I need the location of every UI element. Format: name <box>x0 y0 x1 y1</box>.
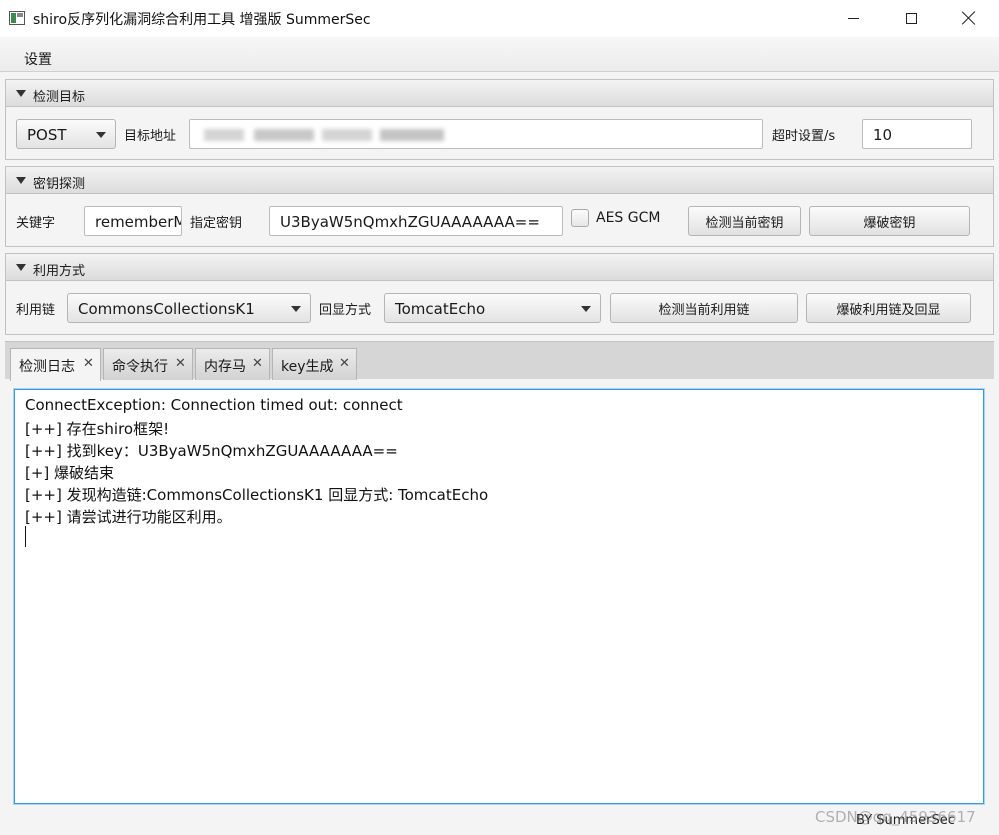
app-window-icon <box>9 11 25 25</box>
menu-bar: 设置 <box>0 37 999 72</box>
tab-close-icon[interactable]: ✕ <box>252 356 263 371</box>
key-input[interactable]: U3ByaW5nQmxhZGUAAAAAAA== <box>269 206 563 236</box>
brute-chain-button[interactable]: 爆破利用链及回显 <box>806 293 971 323</box>
window-client-area: 设置 检测目标 POST 目标地址 超时设置/s 10 密钥探测 关键字 rem… <box>0 37 999 835</box>
target-pane-header[interactable]: 检测目标 <box>5 79 994 107</box>
target-pane-title: 检测目标 <box>33 90 86 105</box>
keyword-label: 关键字 <box>16 216 56 231</box>
log-output-textarea[interactable]: ConnectException: Connection timed out: … <box>14 389 984 804</box>
echo-label: 回显方式 <box>319 303 372 318</box>
menu-settings[interactable]: 设置 <box>24 49 52 69</box>
tab-close-icon[interactable]: ✕ <box>83 356 94 371</box>
log-line: [++] 请尝试进行功能区利用。 <box>25 508 232 526</box>
key-label: 指定密钥 <box>190 216 243 231</box>
http-method-select[interactable]: POST <box>16 119 116 149</box>
log-line: [+] 爆破结束 <box>25 464 115 482</box>
minimize-icon <box>847 17 859 19</box>
aes-gcm-checkbox[interactable] <box>571 209 589 227</box>
key-pane-title: 密钥探测 <box>33 177 86 192</box>
collapse-triangle-icon <box>16 90 26 97</box>
maximize-button[interactable] <box>882 0 940 36</box>
echo-method-select[interactable]: TomcatEcho <box>384 293 601 323</box>
log-line: ConnectException: Connection timed out: … <box>25 396 403 414</box>
brute-key-button[interactable]: 爆破密钥 <box>809 206 970 236</box>
log-line: [++] 发现构造链:CommonsCollectionsK1 回显方式: To… <box>25 486 489 504</box>
tab-close-icon[interactable]: ✕ <box>175 356 186 371</box>
collapse-triangle-icon <box>16 177 26 184</box>
chain-label: 利用链 <box>16 303 56 318</box>
exploit-pane-header[interactable]: 利用方式 <box>5 253 994 281</box>
tab-label: key生成 <box>281 359 334 375</box>
timeout-value: 10 <box>873 126 893 144</box>
tab-strip: 检测日志 ✕ 命令执行 ✕ 内存马 ✕ key生成 ✕ <box>5 341 994 381</box>
collapse-triangle-icon <box>16 264 26 271</box>
log-line: [++] 存在shiro框架! <box>25 420 170 438</box>
keyword-input[interactable]: rememberMe <box>84 206 182 236</box>
window-title: shiro反序列化漏洞综合利用工具 增强版 SummerSec <box>33 12 371 28</box>
target-pane-body: POST 目标地址 超时设置/s 10 <box>5 107 994 160</box>
close-button[interactable] <box>940 0 998 36</box>
echo-method-value: TomcatEcho <box>395 300 486 318</box>
tab-label: 命令执行 <box>112 359 168 375</box>
tab-detection-log[interactable]: 检测日志 ✕ <box>10 348 101 381</box>
exploit-pane-title: 利用方式 <box>33 264 86 279</box>
csdn-watermark: CSDN@qq_45936617 <box>815 808 976 826</box>
tab-label: 检测日志 <box>19 359 75 375</box>
target-url-input[interactable] <box>189 119 763 149</box>
tab-command-exec[interactable]: 命令执行 ✕ <box>103 348 193 380</box>
tab-memory-shell[interactable]: 内存马 ✕ <box>195 348 270 380</box>
key-pane-body: 关键字 rememberMe 指定密钥 U3ByaW5nQmxhZGUAAAAA… <box>5 194 994 247</box>
text-caret <box>25 526 26 547</box>
log-line: [++] 找到key：U3ByaW5nQmxhZGUAAAAAAA== <box>25 442 398 460</box>
aes-gcm-label: AES GCM <box>596 210 661 226</box>
check-key-button[interactable]: 检测当前密钥 <box>688 206 801 236</box>
timeout-label: 超时设置/s <box>772 129 836 144</box>
tab-key-gen[interactable]: key生成 ✕ <box>272 348 357 380</box>
redacted-url <box>204 129 444 141</box>
minimize-button[interactable] <box>824 0 882 36</box>
close-icon <box>962 11 976 25</box>
key-value: U3ByaW5nQmxhZGUAAAAAAA== <box>280 213 540 231</box>
gadget-chain-select[interactable]: CommonsCollectionsK1 <box>67 293 311 323</box>
chevron-down-icon <box>96 132 106 138</box>
gadget-chain-value: CommonsCollectionsK1 <box>78 300 255 318</box>
check-chain-button[interactable]: 检测当前利用链 <box>610 293 798 323</box>
window-titlebar[interactable]: shiro反序列化漏洞综合利用工具 增强版 SummerSec <box>0 0 999 37</box>
key-pane-header[interactable]: 密钥探测 <box>5 166 994 194</box>
http-method-value: POST <box>27 126 67 144</box>
tab-label: 内存马 <box>204 359 246 375</box>
tab-close-icon[interactable]: ✕ <box>339 356 350 371</box>
chevron-down-icon <box>291 306 301 312</box>
timeout-input[interactable]: 10 <box>862 119 972 149</box>
chevron-down-icon <box>581 306 591 312</box>
exploit-pane-body: 利用链 CommonsCollectionsK1 回显方式 TomcatEcho… <box>5 281 994 335</box>
maximize-icon <box>905 12 917 24</box>
target-url-label: 目标地址 <box>124 129 177 144</box>
keyword-value: rememberMe <box>95 213 181 231</box>
